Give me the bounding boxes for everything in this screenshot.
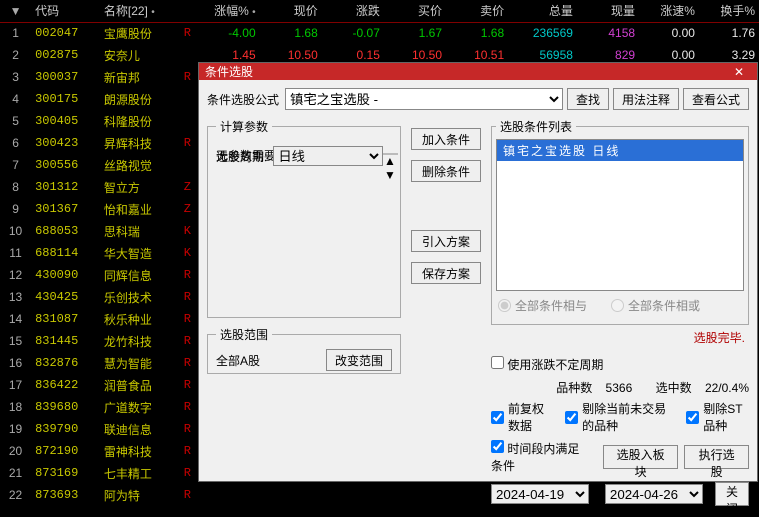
condition-item[interactable]: 镇宅之宝选股 日线: [497, 140, 743, 161]
to-block-button[interactable]: 选股入板块: [603, 445, 678, 469]
scope-group: 选股范围 全部A股 改变范围: [207, 326, 401, 374]
chk-fq[interactable]: 前复权数据: [491, 400, 551, 434]
delete-condition-button[interactable]: 删除条件: [411, 160, 481, 182]
chk-rm-st[interactable]: 剔除ST品种: [686, 400, 749, 434]
col-bid[interactable]: 买价: [384, 0, 446, 22]
col-idx[interactable]: ▼: [0, 0, 31, 22]
usage-button[interactable]: 用法注释: [613, 88, 679, 110]
condition-list[interactable]: 镇宅之宝选股 日线: [496, 139, 744, 291]
exec-button[interactable]: 执行选股: [684, 445, 749, 469]
condition-list-group: 选股条件列表 镇宅之宝选股 日线 全部条件相与 全部条件相或: [491, 118, 749, 325]
params-group: 计算参数 无参数需要设置 ▲ ▼ 选股周期: 日线: [207, 118, 401, 318]
radio-or[interactable]: 全部条件相或: [611, 297, 700, 314]
table-row[interactable]: 1002047宝鹰股份R-4.001.68-0.071.671.68236569…: [0, 22, 759, 44]
period-label: 选股周期:: [216, 148, 267, 165]
formula-label: 条件选股公式: [207, 91, 279, 108]
col-turn[interactable]: 换手%: [699, 0, 759, 22]
view-formula-button[interactable]: 查看公式: [683, 88, 749, 110]
col-chg[interactable]: 涨幅% •: [198, 0, 260, 22]
date-from[interactable]: 2024-04-19: [491, 484, 589, 504]
scroll-down-icon[interactable]: ▼: [384, 168, 396, 182]
load-plan-button[interactable]: 引入方案: [411, 230, 481, 252]
stock-picker-dialog: 条件选股 ✕ 条件选股公式 镇宅之宝选股 - 查找 用法注释 查看公式 计算参数…: [198, 62, 758, 482]
col-name[interactable]: 名称[22] •: [100, 0, 180, 22]
dialog-title: 条件选股: [205, 63, 727, 80]
add-condition-button[interactable]: 加入条件: [411, 128, 481, 150]
col-ask[interactable]: 卖价: [446, 0, 508, 22]
close-icon[interactable]: ✕: [727, 65, 751, 79]
chk-rm-notrade[interactable]: 剔除当前未交易的品种: [565, 400, 672, 434]
chk-timerange[interactable]: 时间段内满足条件: [491, 440, 591, 474]
period-select[interactable]: 日线: [273, 146, 383, 166]
formula-select[interactable]: 镇宅之宝选股 -: [285, 88, 563, 110]
col-speed[interactable]: 涨速%: [639, 0, 699, 22]
radio-and[interactable]: 全部条件相与: [498, 297, 587, 314]
find-button[interactable]: 查找: [567, 88, 609, 110]
totals: 品种数 5366 选中数 22/0.4%: [491, 379, 749, 396]
col-price[interactable]: 现价: [260, 0, 322, 22]
col-cur[interactable]: 现量: [577, 0, 639, 22]
save-plan-button[interactable]: 保存方案: [411, 262, 481, 284]
close-button[interactable]: 关闭: [715, 482, 749, 506]
dialog-titlebar[interactable]: 条件选股 ✕: [199, 63, 757, 80]
scroll-up-icon[interactable]: ▲: [384, 154, 396, 168]
table-header: ▼ 代码 名称[22] • 涨幅% • 现价 涨跌 买价 卖价 总量 现量 涨速…: [0, 0, 759, 22]
params-scrollbar[interactable]: ▲ ▼: [382, 153, 398, 155]
col-vol[interactable]: 总量: [508, 0, 577, 22]
scope-value: 全部A股: [216, 352, 260, 369]
date-to[interactable]: 2024-04-26: [605, 484, 703, 504]
change-scope-button[interactable]: 改变范围: [326, 349, 392, 371]
status-text: 选股完毕.: [491, 329, 749, 346]
col-code[interactable]: 代码: [31, 0, 100, 22]
col-diff[interactable]: 涨跌: [322, 0, 384, 22]
chk-noperiod[interactable]: 使用涨跌不定周期: [491, 356, 603, 373]
